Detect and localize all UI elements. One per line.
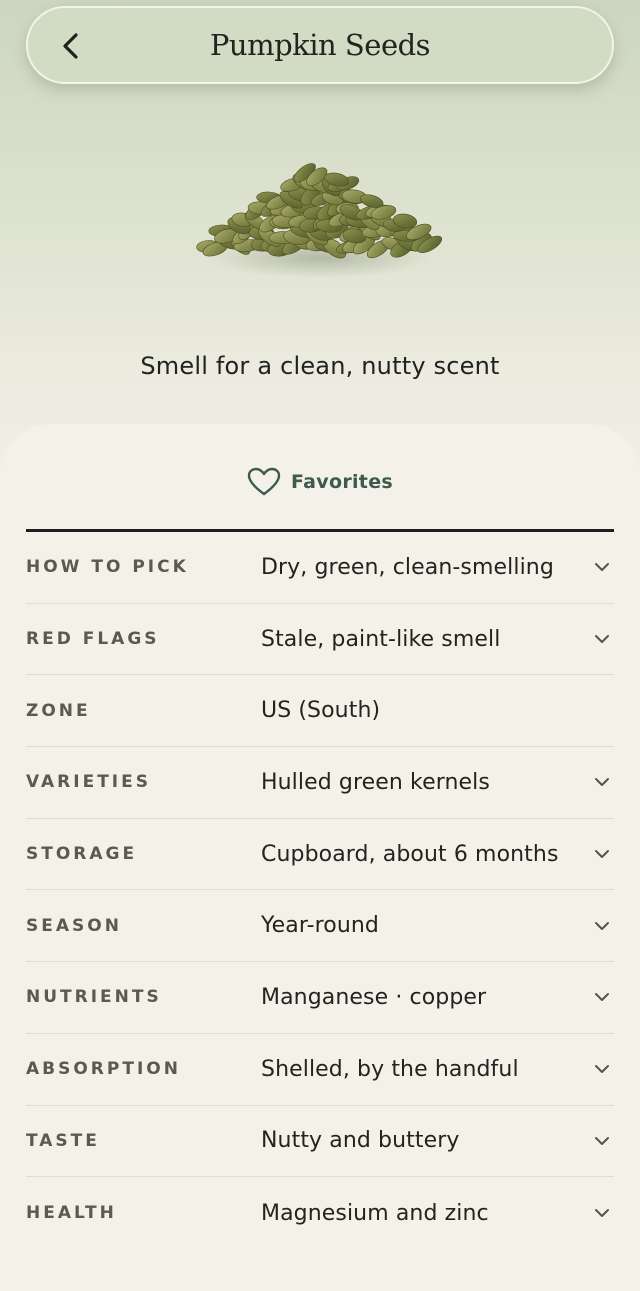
detail-key: HEALTH — [26, 1203, 117, 1224]
detail-value: Hulled green kernels — [261, 769, 490, 795]
pumpkin-seeds-image — [196, 163, 443, 278]
chevron-down-icon[interactable] — [592, 916, 612, 936]
detail-value: US (South) — [261, 698, 381, 724]
detail-row[interactable]: HOW TO PICK Dry, green, clean-smelling — [26, 532, 614, 604]
details-list: HOW TO PICK Dry, green, clean-smelling RED… — [26, 532, 614, 1249]
back-button[interactable] — [54, 28, 88, 64]
chevron-down-icon[interactable] — [592, 557, 612, 577]
detail-value: Nutty and buttery — [261, 1128, 460, 1154]
detail-key: RED FLAGS — [26, 629, 160, 650]
detail-row[interactable]: HEALTH Magnesium and zinc — [26, 1177, 614, 1249]
detail-value: Shelled, by the handful — [261, 1056, 519, 1082]
detail-row[interactable]: STORAGE Cupboard, about 6 months — [26, 819, 614, 891]
heart-outline-icon — [247, 467, 281, 496]
detail-value: Year-round — [261, 913, 379, 939]
detail-key: NUTRIENTS — [26, 987, 162, 1008]
favorites-label: Favorites — [291, 471, 393, 493]
page-title: Pumpkin Seeds — [209, 28, 431, 62]
detail-value: Dry, green, clean-smelling — [261, 554, 554, 580]
chevron-down-icon[interactable] — [592, 772, 612, 792]
chevron-down-icon[interactable] — [592, 844, 612, 864]
favorites-button[interactable]: Favorites — [0, 464, 640, 500]
chevron-down-icon[interactable] — [592, 1131, 612, 1151]
detail-value: Stale, paint-like smell — [261, 626, 501, 652]
detail-key: TASTE — [26, 1130, 100, 1151]
chevron-down-icon[interactable] — [592, 1059, 612, 1079]
detail-key: SEASON — [26, 915, 122, 936]
detail-key: ABSORPTION — [26, 1059, 181, 1080]
top-bar: Pumpkin Seeds — [26, 6, 614, 84]
chevron-left-icon — [63, 33, 78, 59]
detail-row: ZONE US (South) — [26, 675, 614, 748]
detail-value: Magnesium and zinc — [261, 1200, 489, 1226]
detail-row[interactable]: SEASON Year-round — [26, 890, 614, 963]
chevron-down-icon[interactable] — [592, 987, 612, 1007]
detail-key: STORAGE — [26, 844, 138, 865]
detail-key: VARIETIES — [26, 772, 151, 793]
detail-value: Manganese · copper — [261, 984, 487, 1010]
detail-value: Cupboard, about 6 months — [261, 841, 559, 867]
detail-key: ZONE — [26, 700, 91, 721]
detail-row[interactable]: TASTE Nutty and buttery — [26, 1106, 614, 1178]
detail-row[interactable]: ABSORPTION Shelled, by the handful — [26, 1034, 614, 1106]
detail-row[interactable]: NUTRIENTS Manganese · copper — [26, 962, 614, 1034]
chevron-down-icon[interactable] — [592, 629, 612, 649]
detail-row[interactable]: RED FLAGS Stale, paint-like smell — [26, 604, 614, 676]
chevron-down-icon[interactable] — [592, 1203, 612, 1223]
detail-key: HOW TO PICK — [26, 557, 189, 578]
hero-tagline: Smell for a clean, nutty scent — [140, 352, 500, 380]
detail-row[interactable]: VARIETIES Hulled green kernels — [26, 747, 614, 819]
